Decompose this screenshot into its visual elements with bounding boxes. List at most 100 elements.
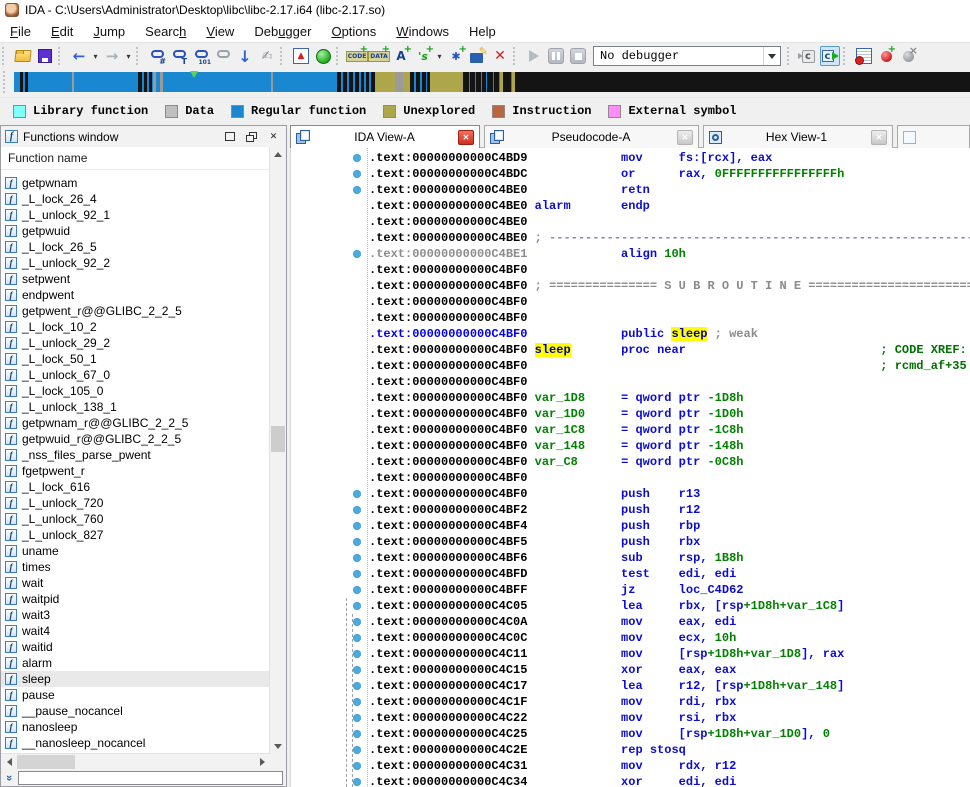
disasm-line[interactable]: .text:00000000000C4BF0 var_C8 = qword pt… bbox=[369, 454, 970, 470]
disasm-line[interactable]: .text:00000000000C4BF0 var_1C8 = qword p… bbox=[369, 422, 970, 438]
disasm-line[interactable]: .text:00000000000C4C2E rep stosq bbox=[369, 742, 970, 758]
toolbar-group-handle[interactable] bbox=[843, 47, 850, 65]
function-row[interactable]: f_L_unlock_827 bbox=[1, 527, 270, 543]
search-next-icon[interactable] bbox=[213, 46, 233, 66]
function-row[interactable]: f_L_unlock_760 bbox=[1, 511, 270, 527]
scroll-up-icon[interactable] bbox=[270, 147, 286, 162]
disasm-line[interactable]: .text:00000000000C4BF0 ; ===============… bbox=[369, 278, 970, 294]
disasm-line[interactable]: .text:00000000000C4BF0 bbox=[369, 374, 970, 390]
function-row[interactable]: fwaitid bbox=[1, 639, 270, 655]
function-row[interactable]: fpause bbox=[1, 687, 270, 703]
disasm-line[interactable]: .text:00000000000C4C1F mov rdi, rbx bbox=[369, 694, 970, 710]
function-row[interactable]: f_L_lock_10_2 bbox=[1, 319, 270, 335]
attach-process-icon[interactable] bbox=[798, 46, 818, 66]
jump-address-icon[interactable] bbox=[235, 46, 255, 66]
function-row[interactable]: ffgetpwent_r bbox=[1, 463, 270, 479]
toolbar-group-handle[interactable] bbox=[58, 47, 65, 65]
scroll-down-icon[interactable] bbox=[270, 739, 286, 754]
undefine-icon[interactable] bbox=[490, 46, 510, 66]
make-ascii-icon[interactable] bbox=[391, 46, 411, 66]
breakpoint-add-icon[interactable] bbox=[876, 46, 896, 66]
disasm-line[interactable]: .text:00000000000C4BFD test edi, edi bbox=[369, 566, 970, 582]
scroll-right-icon[interactable] bbox=[254, 754, 270, 770]
disasm-line[interactable]: .text:00000000000C4BF0 var_1D8 = qword p… bbox=[369, 390, 970, 406]
search-sequence-icon[interactable] bbox=[191, 46, 211, 66]
disasm-line[interactable]: .text:00000000000C4BF0 public sleep ; we… bbox=[369, 326, 970, 342]
function-row[interactable]: fnanosleep bbox=[1, 719, 270, 735]
edit-function-icon[interactable] bbox=[468, 46, 488, 66]
tab-pseudocode-a[interactable]: Pseudocode-A bbox=[484, 125, 699, 148]
toolbar-group-handle[interactable] bbox=[2, 47, 9, 65]
function-row[interactable]: f_L_unlock_720 bbox=[1, 495, 270, 511]
create-signature-icon[interactable] bbox=[257, 46, 277, 66]
disasm-line[interactable]: .text:00000000000C4C11 mov [rsp+1D8h+var… bbox=[369, 646, 970, 662]
debug-stop-icon[interactable] bbox=[568, 46, 588, 66]
function-row[interactable]: f_L_unlock_138_1 bbox=[1, 399, 270, 415]
tab-hex-view-1[interactable]: Hex View-1 bbox=[703, 125, 893, 148]
disasm-line[interactable]: .text:00000000000C4C31 mov rdx, r12 bbox=[369, 758, 970, 774]
function-row[interactable]: fgetpwnam_r@@GLIBC_2_2_5 bbox=[1, 415, 270, 431]
dropdown-icon[interactable] bbox=[124, 46, 133, 66]
nav-back-icon[interactable] bbox=[69, 46, 89, 66]
run-analysis-icon[interactable] bbox=[313, 46, 333, 66]
function-row[interactable]: falarm bbox=[1, 655, 270, 671]
disasm-line[interactable]: .text:00000000000C4C0A mov eax, edi bbox=[369, 614, 970, 630]
menu-view[interactable]: View bbox=[196, 22, 244, 41]
menu-search[interactable]: Search bbox=[135, 22, 196, 41]
disasm-line[interactable]: .text:00000000000C4BF0 push r13 bbox=[369, 486, 970, 502]
disasm-line[interactable]: .text:00000000000C4BF0 var_1D0 = qword p… bbox=[369, 406, 970, 422]
chevron-down-icon[interactable] bbox=[763, 47, 780, 65]
function-row[interactable]: f_L_lock_105_0 bbox=[1, 383, 270, 399]
disasm-line[interactable]: .text:00000000000C4C05 lea rbx, [rsp+1D8… bbox=[369, 598, 970, 614]
disasm-line[interactable]: .text:00000000000C4BF0 ; rcmd_af+35 bbox=[369, 358, 970, 374]
function-row[interactable]: f_L_lock_26_4 bbox=[1, 191, 270, 207]
disasm-line[interactable]: .text:00000000000C4BF2 push r12 bbox=[369, 502, 970, 518]
disasm-line[interactable]: .text:00000000000C4BF0 bbox=[369, 470, 970, 486]
disasm-line[interactable]: .text:00000000000C4BE0 alarm endp bbox=[369, 198, 970, 214]
disasm-line[interactable]: .text:00000000000C4BF6 sub rsp, 1B8h bbox=[369, 550, 970, 566]
debug-pause-icon[interactable] bbox=[546, 46, 566, 66]
disasm-line[interactable]: .text:00000000000C4BF0 bbox=[369, 262, 970, 278]
function-row[interactable]: fgetpwuid bbox=[1, 223, 270, 239]
menu-help[interactable]: Help bbox=[459, 22, 506, 41]
scrollbar-thumb[interactable] bbox=[271, 426, 285, 452]
search-immediate-icon[interactable] bbox=[147, 46, 167, 66]
disasm-line[interactable]: .text:00000000000C4BE0 bbox=[369, 214, 970, 230]
function-row[interactable]: fgetpwuid_r@@GLIBC_2_2_5 bbox=[1, 431, 270, 447]
function-row[interactable]: f_L_lock_26_5 bbox=[1, 239, 270, 255]
menu-file[interactable]: File bbox=[0, 22, 41, 41]
function-row[interactable]: f_nss_files_parse_pwent bbox=[1, 447, 270, 463]
function-row[interactable]: f_L_lock_50_1 bbox=[1, 351, 270, 367]
function-row[interactable]: f_L_unlock_29_2 bbox=[1, 335, 270, 351]
tab-ida-view-a[interactable]: IDA View-A bbox=[290, 125, 480, 148]
float-icon[interactable] bbox=[243, 129, 260, 144]
search-text-icon[interactable] bbox=[169, 46, 189, 66]
disasm-line[interactable]: .text:00000000000C4BF0 sleep proc near ;… bbox=[369, 342, 970, 358]
disasm-line[interactable]: .text:00000000000C4BF0 bbox=[369, 294, 970, 310]
function-row[interactable]: f_L_lock_616 bbox=[1, 479, 270, 495]
make-array-icon[interactable] bbox=[446, 46, 466, 66]
make-code-icon[interactable] bbox=[347, 46, 367, 66]
problem-list-icon[interactable] bbox=[291, 46, 311, 66]
function-row[interactable]: fwait4 bbox=[1, 623, 270, 639]
function-row[interactable]: f__pause_nocancel bbox=[1, 703, 270, 719]
menu-windows[interactable]: Windows bbox=[386, 22, 459, 41]
function-row[interactable]: fendpwent bbox=[1, 287, 270, 303]
tab-extra[interactable] bbox=[897, 125, 970, 148]
horizontal-scrollbar[interactable] bbox=[1, 753, 270, 770]
disasm-line[interactable]: .text:00000000000C4BE1 align 10h bbox=[369, 246, 970, 262]
toolbar-group-handle[interactable] bbox=[513, 47, 520, 65]
menu-debugger[interactable]: Debugger bbox=[244, 22, 321, 41]
disasm-line[interactable]: .text:00000000000C4C25 mov [rsp+1D8h+var… bbox=[369, 726, 970, 742]
toolbar-group-handle[interactable] bbox=[336, 47, 343, 65]
function-row[interactable]: f_L_unlock_92_2 bbox=[1, 255, 270, 271]
vertical-scrollbar[interactable] bbox=[269, 147, 286, 754]
disasm-line[interactable]: .text:00000000000C4BFF jz loc_C4D62 bbox=[369, 582, 970, 598]
toolbar-group-handle[interactable] bbox=[280, 47, 287, 65]
function-row[interactable]: f__nanosleep_nocancel bbox=[1, 735, 270, 751]
disasm-line[interactable]: .text:00000000000C4BE0 retn bbox=[369, 182, 970, 198]
menu-options[interactable]: Options bbox=[321, 22, 386, 41]
function-row[interactable]: fwaitpid bbox=[1, 591, 270, 607]
function-row[interactable]: fwait bbox=[1, 575, 270, 591]
function-row[interactable]: fgetpwent_r@@GLIBC_2_2_5 bbox=[1, 303, 270, 319]
